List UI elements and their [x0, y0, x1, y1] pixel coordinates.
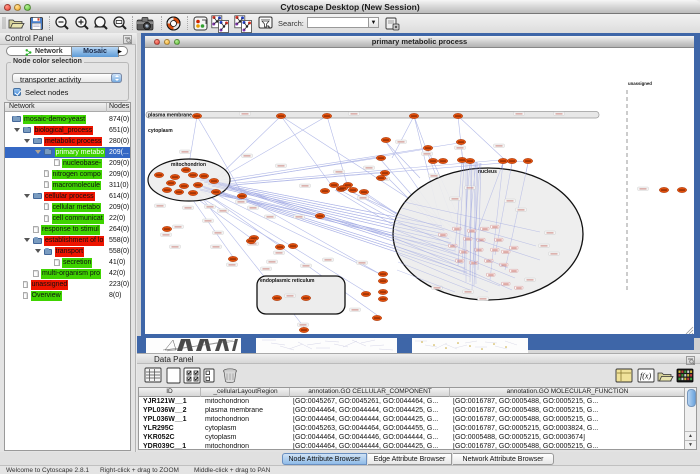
svg-text:cytoplasm: cytoplasm: [148, 128, 173, 134]
svg-text:plasma membrane: plasma membrane: [148, 113, 192, 119]
svg-text:f(x): f(x): [640, 372, 651, 381]
svg-text:unassigned: unassigned: [628, 81, 652, 86]
svg-text:endoplasmic reticulum: endoplasmic reticulum: [260, 278, 315, 284]
svg-text:mitochondrion: mitochondrion: [171, 162, 206, 168]
